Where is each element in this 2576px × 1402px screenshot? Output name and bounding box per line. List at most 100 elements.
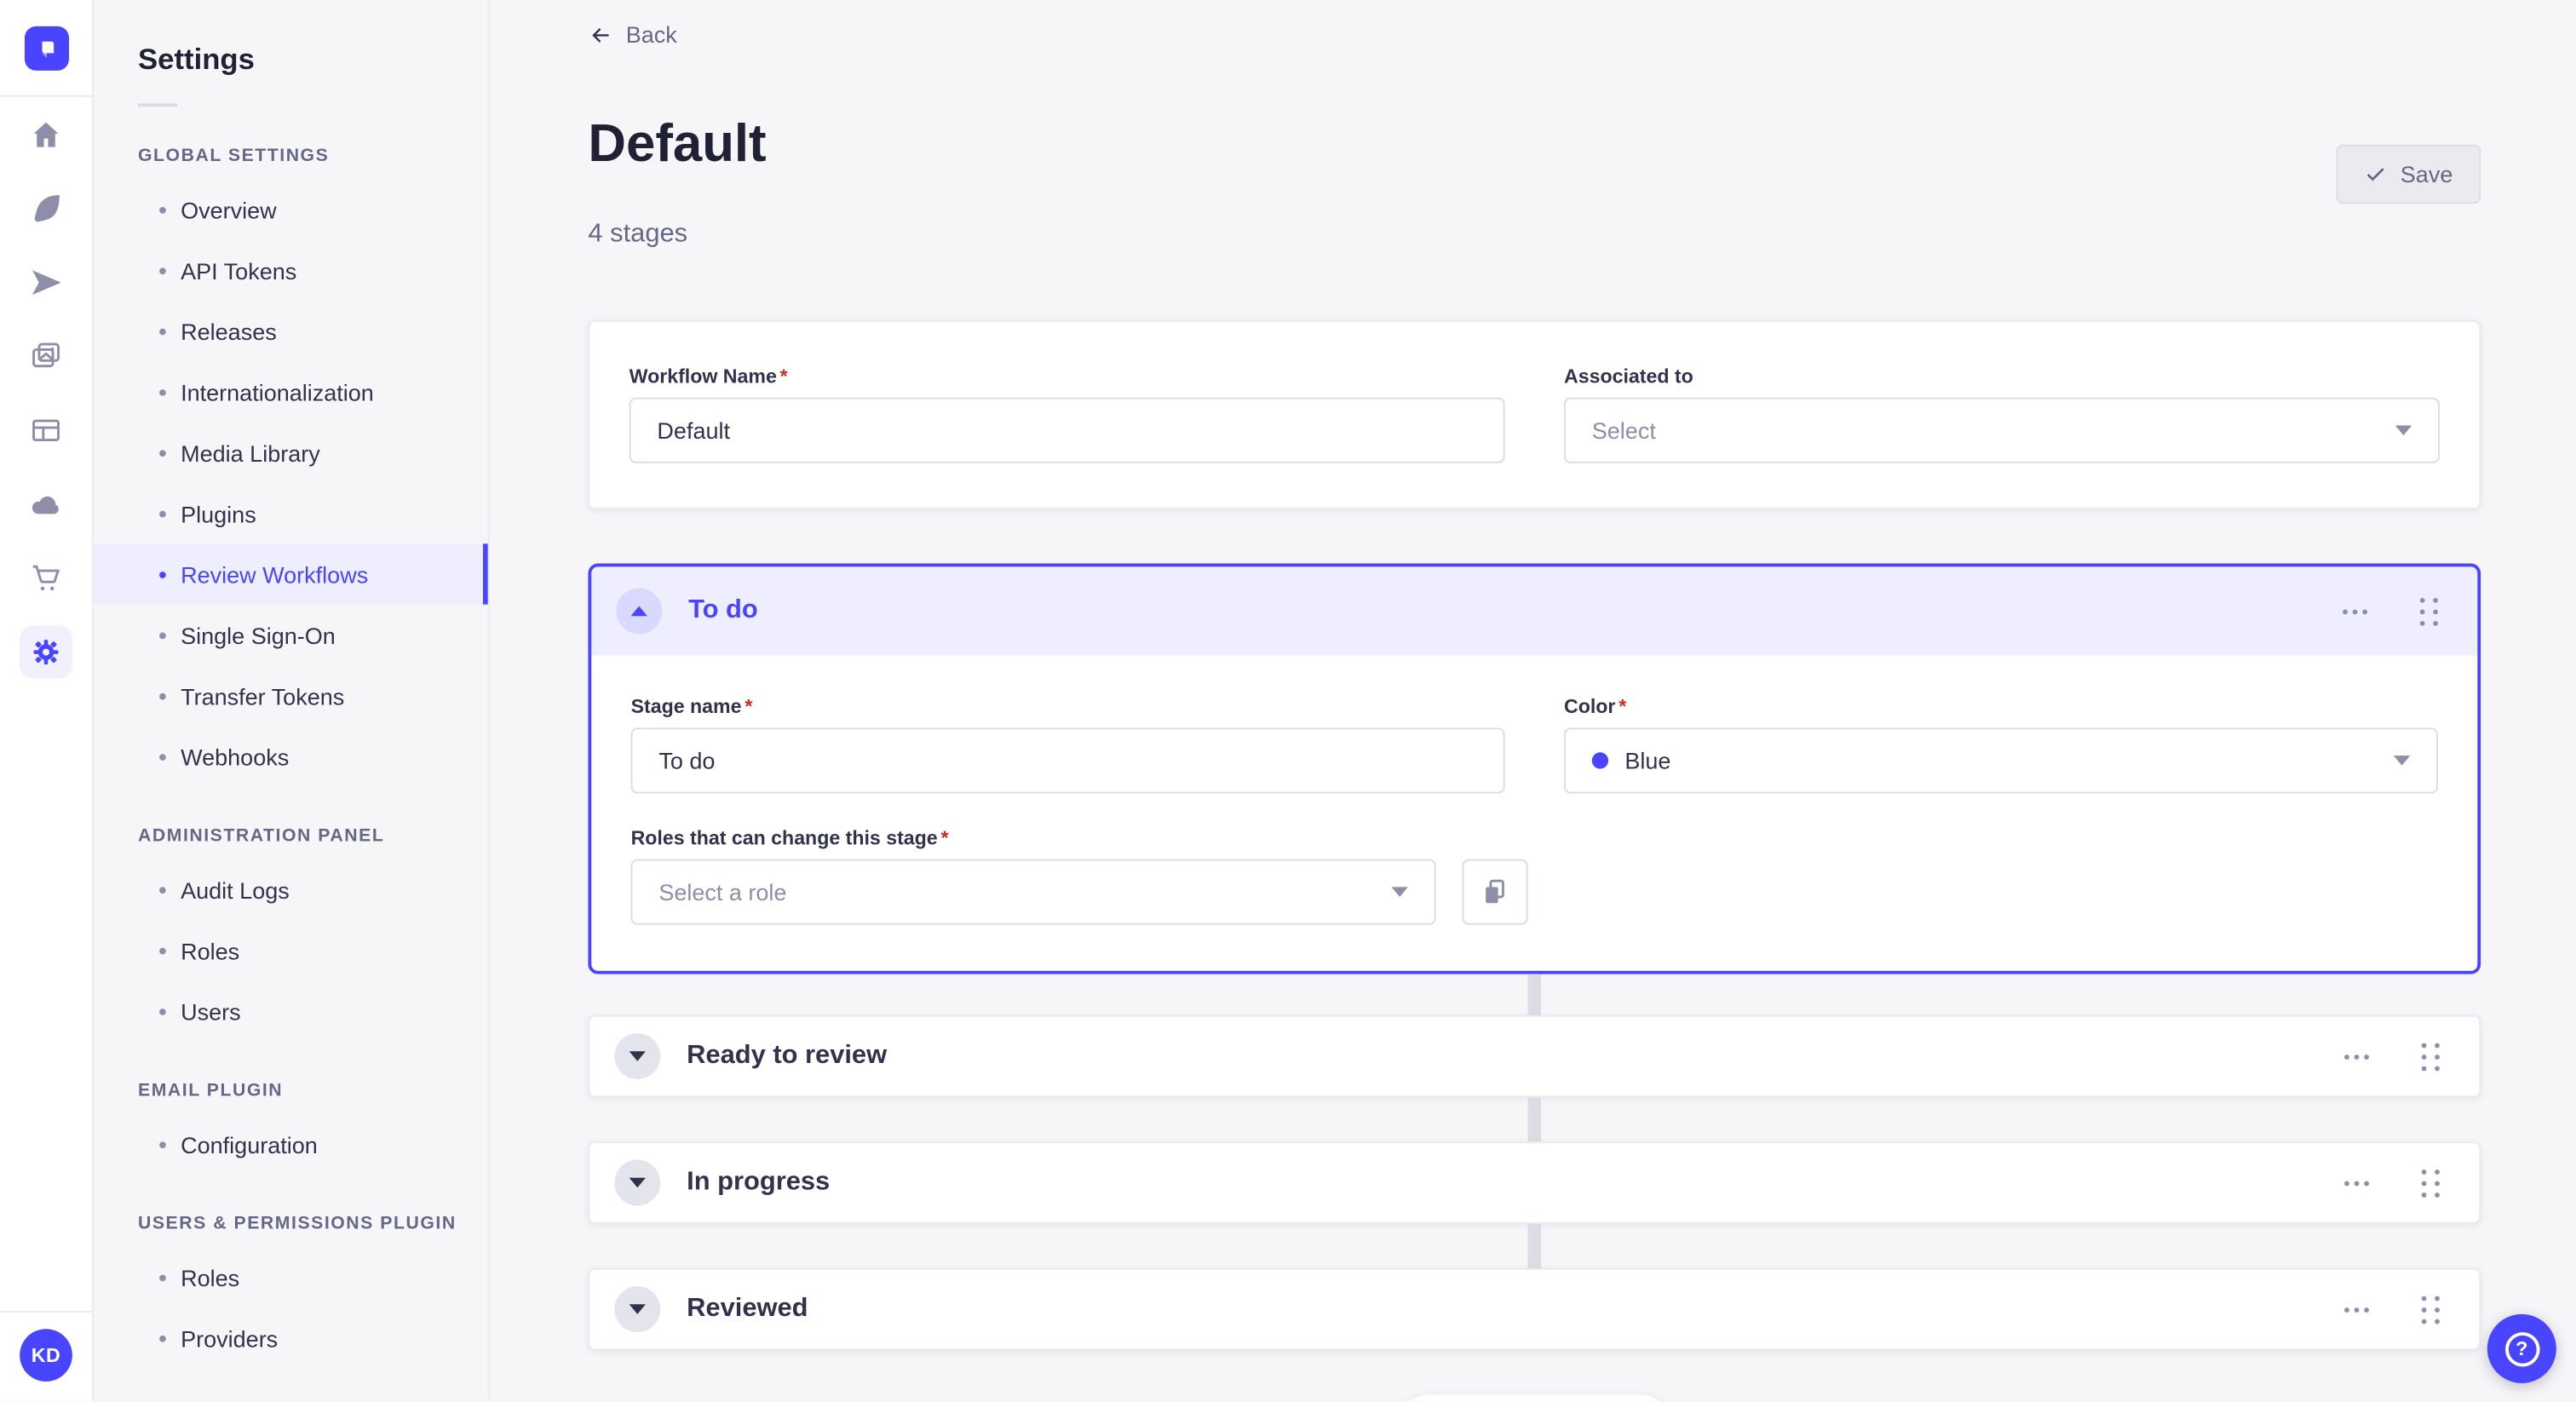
workflow-form-card: Workflow Name* Associated to Select	[588, 320, 2481, 510]
check-icon	[2366, 169, 2384, 182]
home-icon	[33, 121, 59, 147]
gear-icon	[33, 639, 59, 664]
page-title: Default	[588, 112, 767, 173]
nav-marketplace[interactable]	[0, 540, 92, 614]
sidebar-item-label: API Tokens	[181, 256, 297, 284]
sidebar-item-label: Transfer Tokens	[181, 682, 345, 710]
sidebar-item-review-workflows[interactable]: Review Workflows	[93, 543, 488, 605]
help-button[interactable]: ?	[2487, 1313, 2556, 1383]
copy-icon	[1486, 880, 1504, 904]
color-label: Color *	[1564, 696, 2438, 719]
stage-row-in-progress[interactable]: In progress	[588, 1142, 2481, 1225]
feather-icon	[34, 194, 60, 221]
stage-drag-handle-icon[interactable]	[2413, 591, 2445, 632]
stage-name-field-group: Stage name *	[630, 696, 1505, 795]
expand-stage-button[interactable]	[614, 1033, 661, 1080]
stage-drag-handle-icon[interactable]	[2415, 1290, 2447, 1330]
sidebar-section-label: USERS & PERMISSIONS PLUGIN	[137, 1214, 457, 1234]
stage-more-menu-icon[interactable]	[2336, 603, 2373, 621]
sidebar-item-internationalization[interactable]: Internationalization	[94, 361, 488, 422]
save-button[interactable]: Save	[2336, 145, 2481, 204]
stage-row-reviewed[interactable]: Reviewed	[588, 1268, 2481, 1352]
sidebar-item-api-tokens[interactable]: API Tokens	[94, 240, 488, 301]
sidebar-item-label: Media Library	[181, 439, 320, 466]
bullet-icon	[159, 1334, 166, 1342]
back-link[interactable]: Back	[588, 21, 677, 48]
sidebar-item-audit-logs[interactable]: Audit Logs	[94, 859, 488, 920]
nav-rail: KD	[0, 0, 94, 1402]
bullet-icon	[159, 267, 166, 274]
expand-stage-button[interactable]	[614, 1286, 661, 1333]
stage-name-input[interactable]	[630, 728, 1505, 795]
collapse-stage-button[interactable]	[616, 589, 663, 635]
stage-more-menu-icon[interactable]	[2337, 1301, 2375, 1319]
bullet-icon	[159, 1141, 166, 1148]
roles-label-text: Roles that can change this stage	[630, 826, 938, 850]
color-select[interactable]: Blue	[1563, 728, 2438, 795]
color-value: Blue	[1624, 748, 1671, 775]
bullet-icon	[159, 388, 166, 395]
strapi-logo-icon[interactable]	[23, 25, 69, 70]
roles-select[interactable]: Select a role	[630, 859, 1436, 926]
nav-deploy[interactable]	[0, 467, 92, 541]
workflow-name-input[interactable]	[629, 398, 1505, 464]
sidebar-item-releases[interactable]: Releases	[94, 301, 488, 361]
stage-row-ready-to-review[interactable]: Ready to review	[588, 1015, 2481, 1099]
sidebar-item-plugins[interactable]: Plugins	[94, 483, 488, 543]
stage-more-menu-icon[interactable]	[2337, 1048, 2375, 1066]
associated-to-select[interactable]: Select	[1563, 398, 2440, 464]
sidebar-title: Settings	[137, 43, 255, 76]
layout-icon	[32, 418, 60, 441]
bullet-icon	[159, 1273, 166, 1281]
sidebar-item-single-sign-on[interactable]: Single Sign-On	[94, 605, 488, 665]
workflow-name-label-text: Workflow Name	[629, 365, 777, 388]
stage-more-menu-icon[interactable]	[2337, 1175, 2375, 1192]
nav-content-manager[interactable]	[0, 171, 92, 245]
sidebar-item-providers[interactable]: Providers	[94, 1307, 488, 1368]
bullet-icon	[159, 692, 166, 699]
nav-content-type-builder[interactable]	[0, 244, 92, 319]
sidebar-divider	[137, 103, 178, 107]
stage-drag-handle-icon[interactable]	[2415, 1163, 2447, 1204]
nav-media-library[interactable]	[0, 319, 92, 393]
chevron-down-icon	[1391, 888, 1408, 898]
sidebar-item-transfer-tokens[interactable]: Transfer Tokens	[94, 665, 488, 726]
sidebar-item-users[interactable]: Users	[94, 980, 488, 1041]
sidebar-item-media-library[interactable]: Media Library	[94, 422, 488, 483]
sidebar-item-webhooks[interactable]: Webhooks	[94, 726, 488, 786]
nav-home[interactable]	[0, 97, 92, 171]
sidebar-item-label: Overview	[181, 196, 277, 223]
save-label: Save	[2400, 161, 2453, 188]
bullet-icon	[159, 631, 166, 639]
sidebar-item-label: Single Sign-On	[181, 621, 336, 648]
stage-title: Ready to review	[687, 1042, 888, 1071]
stage-todo-body: Stage name* Color* Blue	[591, 656, 2478, 972]
stage-todo-header[interactable]: To do	[591, 567, 2478, 657]
sidebar-item-overview[interactable]: Overview	[94, 179, 488, 239]
chevron-down-icon	[629, 1052, 646, 1062]
duplicate-stage-button[interactable]	[1462, 859, 1528, 926]
associated-to-placeholder: Select	[1591, 417, 1656, 445]
bullet-icon	[159, 1008, 166, 1014]
sidebar-item-label: Roles	[181, 1264, 240, 1290]
sidebar-item-roles[interactable]: Roles	[94, 920, 488, 980]
sidebar-item-label: Configuration	[181, 1130, 318, 1158]
logo-area	[0, 0, 92, 97]
chevron-down-icon	[2393, 756, 2411, 767]
sidebar-item-label: Webhooks	[181, 743, 290, 770]
nav-settings[interactable]	[0, 614, 92, 688]
user-avatar[interactable]: KD	[20, 1329, 72, 1382]
app-window: KD Settings GLOBAL SETTINGS Overview API T…	[0, 0, 2576, 1402]
expand-stage-button[interactable]	[614, 1160, 661, 1207]
nav-layout[interactable]	[0, 393, 92, 467]
sidebar-section-label: GLOBAL SETTINGS	[137, 146, 330, 166]
stage-drag-handle-icon[interactable]	[2415, 1037, 2447, 1077]
workflow-name-field-group: Workflow Name *	[629, 365, 1505, 464]
sidebar-item-configuration[interactable]: Configuration	[94, 1114, 488, 1175]
roles-label: Roles that can change this stage *	[631, 827, 1436, 850]
color-label-text: Color	[1563, 695, 1616, 719]
sidebar-item-roles[interactable]: Roles	[94, 1247, 488, 1307]
stage-panel-todo: To do Stage name * To do Color * Blue Ro…	[588, 564, 2481, 975]
add-new-stage-button[interactable]: + Add new stage	[1389, 1395, 1680, 1402]
roles-placeholder: Select a role	[658, 879, 787, 906]
